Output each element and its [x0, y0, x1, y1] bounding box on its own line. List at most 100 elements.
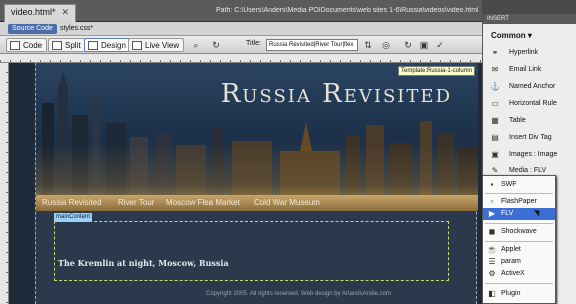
design-canvas[interactable]: Russia Revisited Russia Revisited River … — [9, 63, 482, 304]
menu-separator — [485, 223, 553, 224]
code-icon — [10, 41, 20, 50]
insert-item-label: Hyperlink — [509, 49, 539, 56]
nav-link-cold-war-museum[interactable]: Cold War Museum — [254, 198, 320, 207]
insert-hyperlink[interactable]: ⚭ Hyperlink — [483, 46, 576, 60]
site-title: Russia Revisited — [220, 79, 452, 109]
menu-item-label: Applet — [501, 246, 521, 253]
nav-link-river-tour[interactable]: River Tour — [118, 198, 154, 207]
shockwave-icon: ◼ — [488, 227, 496, 236]
param-icon: ☰ — [488, 257, 496, 266]
menu-item-param[interactable]: ☰ param — [483, 256, 555, 268]
page-container[interactable]: Russia Revisited Russia Revisited River … — [35, 63, 478, 304]
menu-separator — [485, 241, 553, 242]
document-tab[interactable]: video.html* ✕ — [4, 4, 77, 22]
insert-named-anchor[interactable]: ⚓ Named Anchor — [483, 80, 576, 94]
copyright-text: Copyright 2005. All rights reserved. Web… — [206, 291, 391, 297]
document-toolbar: Code Split Design Live View ⌕ ↻ Title: R… — [0, 36, 482, 54]
insert-item-label: Images : Image — [509, 151, 558, 158]
title-input[interactable]: Russia Revisited|River Tour|flex — [266, 39, 358, 51]
related-file-styles[interactable]: styles.css* — [60, 24, 93, 34]
image-icon: ▣ — [491, 150, 499, 159]
insert-item-label: Insert Div Tag — [509, 134, 552, 141]
menu-item-label: Plugin — [501, 290, 521, 297]
file-path: Path: C:\Users\Anders\Media POIDocuments… — [216, 7, 478, 14]
media-flyout-menu: ▪ SWF ▫ FlashPaper ▶ FLV ◼ Shockwave ☕ Applet… — [482, 175, 556, 304]
insert-item-label: Table — [509, 117, 526, 124]
title-label: Title: — [246, 40, 261, 47]
check-page-icon[interactable]: ✓ — [434, 39, 446, 51]
rule-icon: ▭ — [491, 99, 499, 108]
site-navigation: Russia Revisited River Tour Moscow Flea … — [36, 195, 478, 211]
category-dropdown[interactable]: Common ▾ — [491, 31, 532, 40]
hyperlink-icon: ⚭ — [491, 48, 499, 57]
split-view-label: Split — [65, 41, 81, 50]
menu-item-flashpaper[interactable]: ▫ FlashPaper — [483, 196, 555, 208]
activex-icon: ⚙ — [488, 269, 496, 278]
insert-image[interactable]: ▣ Images : Image — [483, 148, 576, 162]
main-content-region[interactable] — [54, 221, 449, 281]
split-view-button[interactable]: Split — [48, 38, 86, 52]
split-icon — [52, 41, 62, 50]
menu-item-label: FlashPaper — [501, 198, 537, 205]
template-tooltip: Template:Russia-1-column — [398, 66, 476, 76]
menu-item-label: SWF — [501, 181, 517, 188]
file-management-icon[interactable]: ⇅ — [362, 39, 374, 51]
chevron-down-icon: ▾ — [527, 31, 532, 40]
insert-item-label: Horizontal Rule — [509, 100, 557, 107]
menu-separator — [485, 283, 553, 284]
inspect-icon[interactable]: ⌕ — [190, 39, 202, 51]
live-view-button[interactable]: Live View — [128, 38, 185, 52]
insert-item-label: Media : FLV — [509, 167, 547, 174]
menu-separator — [485, 193, 553, 194]
site-header-image[interactable]: Russia Revisited — [36, 63, 478, 195]
flv-icon: ▶ — [488, 209, 496, 218]
dreamweaver-window: video.html* ✕ Path: C:\Users\Anders\Media… — [0, 0, 576, 304]
menu-item-swf[interactable]: ▪ SWF — [483, 179, 555, 191]
live-view-icon — [132, 41, 142, 50]
vertical-ruler — [0, 63, 9, 304]
div-icon: ▤ — [491, 133, 499, 142]
menu-item-flv[interactable]: ▶ FLV — [483, 208, 555, 220]
menu-item-shockwave[interactable]: ◼ Shockwave — [483, 226, 555, 238]
source-code-button[interactable]: Source Code — [8, 24, 57, 34]
menu-item-plugin[interactable]: ◧ Plugin — [483, 288, 555, 300]
insert-item-label: Named Anchor — [509, 83, 556, 90]
category-label: Common — [491, 31, 526, 40]
menu-item-label: param — [501, 258, 521, 265]
insert-panel-header[interactable]: INSERT — [483, 14, 576, 24]
insert-div-tag[interactable]: ▤ Insert Div Tag — [483, 131, 576, 145]
document-tab-bar: video.html* ✕ Path: C:\Users\Anders\Media… — [0, 0, 482, 22]
refresh-icon[interactable]: ↻ — [210, 39, 222, 51]
insert-table[interactable]: ▦ Table — [483, 114, 576, 128]
visual-aids-icon[interactable]: ▣ — [418, 39, 430, 51]
flashpaper-icon: ▫ — [490, 197, 494, 206]
code-view-button[interactable]: Code — [6, 38, 48, 52]
menu-item-activex[interactable]: ⚙ ActiveX — [483, 268, 555, 280]
horizontal-ruler — [0, 54, 482, 63]
insert-email-link[interactable]: ✉ Email Link — [483, 63, 576, 77]
refresh-design-icon[interactable]: ↻ — [402, 39, 414, 51]
design-view-button[interactable]: Design — [84, 38, 131, 52]
plugin-icon: ◧ — [488, 289, 496, 298]
design-view-label: Design — [101, 41, 126, 50]
insert-item-label: Email Link — [509, 66, 542, 73]
menu-item-label: ActiveX — [501, 270, 525, 277]
nav-link-russia-revisited[interactable]: Russia Revisited — [42, 198, 102, 207]
insert-horizontal-rule[interactable]: ▭ Horizontal Rule — [483, 97, 576, 111]
close-icon[interactable]: ✕ — [62, 7, 70, 17]
document-tab-label: video.html* — [11, 7, 56, 17]
email-icon: ✉ — [491, 65, 499, 74]
skyline-glow — [36, 145, 478, 195]
browser-preview-icon[interactable]: ◎ — [380, 39, 392, 51]
photo-caption[interactable]: The Kremlin at night, Moscow, Russia — [58, 258, 229, 268]
applet-icon: ☕ — [487, 245, 497, 254]
live-view-label: Live View — [145, 41, 180, 50]
anchor-icon: ⚓ — [490, 82, 500, 91]
menu-item-label: Shockwave — [501, 228, 537, 235]
table-icon: ▦ — [491, 116, 499, 125]
swf-icon: ▪ — [490, 180, 494, 189]
menu-item-applet[interactable]: ☕ Applet — [483, 244, 555, 256]
nav-link-moscow-flea-market[interactable]: Moscow Flea Market — [166, 198, 240, 207]
menu-item-label: FLV — [501, 210, 514, 217]
related-files-bar: Source Code styles.css* — [0, 22, 482, 36]
